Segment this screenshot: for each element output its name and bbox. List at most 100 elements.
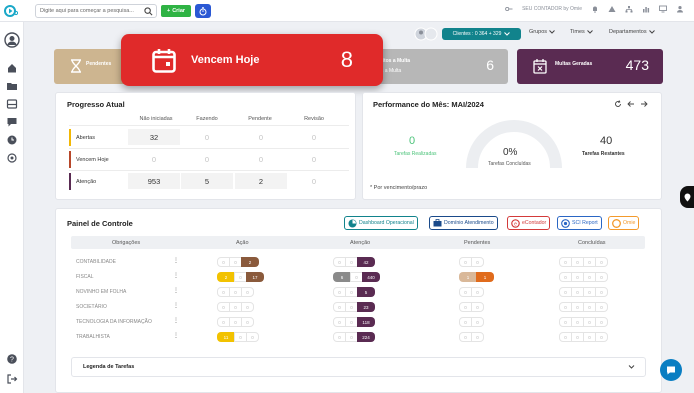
groups-filter[interactable]: Grupos: [529, 29, 555, 35]
cell-value[interactable]: 0: [595, 302, 608, 312]
attention-group[interactable]: 6 0 440: [333, 272, 380, 282]
cell-value[interactable]: 2: [217, 272, 235, 282]
cell-value[interactable]: 42: [357, 257, 375, 267]
departments-filter[interactable]: Departamentos: [609, 29, 655, 35]
help-icon[interactable]: ?: [6, 353, 18, 365]
user-avatars[interactable]: [413, 27, 439, 41]
cell-value[interactable]: 0: [595, 272, 608, 282]
monitor-icon[interactable]: [659, 5, 667, 13]
fines-card[interactable]: Multas Geradas 473: [517, 49, 663, 84]
app-logo-icon[interactable]: [4, 5, 18, 17]
more-options-icon[interactable]: ⋮: [173, 332, 179, 339]
cell-value[interactable]: 0: [595, 332, 608, 342]
chat-icon[interactable]: [6, 116, 18, 128]
search-box[interactable]: [35, 4, 157, 18]
attention-group[interactable]: 0 0 5: [333, 287, 375, 297]
obligation-name[interactable]: SOCIETÁRIO: [76, 304, 107, 310]
due-today-card[interactable]: Vencem Hoje 8: [121, 34, 383, 86]
pending-group[interactable]: 0 0: [459, 332, 484, 342]
folder-icon[interactable]: [6, 80, 18, 92]
cell-value[interactable]: 0: [241, 287, 254, 297]
done-group[interactable]: 0 0 0 0: [559, 332, 608, 342]
cell-value[interactable]: 0: [471, 257, 484, 267]
search-icon[interactable]: [144, 7, 153, 16]
obligation-name[interactable]: TRABALHISTA: [76, 334, 110, 340]
arrow-right-icon[interactable]: [640, 100, 648, 108]
cell-value[interactable]: 5: [357, 287, 375, 297]
pending-group[interactable]: 0 0: [459, 287, 484, 297]
attention-group[interactable]: 0 0 23: [333, 302, 375, 312]
cell-value[interactable]: 224: [357, 332, 375, 342]
attention-group[interactable]: 0 0 42: [333, 257, 375, 267]
inbox-icon[interactable]: [6, 98, 18, 110]
obligation-name[interactable]: TECNOLOGIA DA INFORMAÇÃO: [76, 319, 152, 325]
cell-value[interactable]: 1: [476, 272, 494, 282]
side-panel-toggle[interactable]: [680, 186, 694, 208]
action-group[interactable]: 2 0 17: [217, 272, 264, 282]
more-options-icon[interactable]: ⋮: [173, 287, 179, 294]
cell-value[interactable]: 0: [595, 257, 608, 267]
puzzle-icon[interactable]: [6, 152, 18, 164]
progress-cell[interactable]: 5: [181, 173, 233, 189]
org-chart-icon[interactable]: [625, 5, 633, 13]
cell-value[interactable]: 11: [217, 332, 235, 342]
cell-value[interactable]: 0: [471, 302, 484, 312]
home-icon[interactable]: [6, 62, 18, 74]
tenant-name[interactable]: SEU CONTADOR by Omie: [522, 6, 582, 12]
progress-cell[interactable]: 2: [235, 173, 287, 189]
cell-value[interactable]: 1: [459, 272, 477, 282]
timer-button[interactable]: [195, 4, 211, 18]
dashboard-operacional-button[interactable]: Dashboard Operacional: [344, 216, 418, 230]
more-options-icon[interactable]: ⋮: [173, 317, 179, 324]
obligation-name[interactable]: CONTABILIDADE: [76, 259, 116, 265]
task-legend-accordion[interactable]: Legenda de Tarefas: [71, 357, 646, 377]
warning-icon[interactable]: [608, 5, 616, 13]
more-options-icon[interactable]: ⋮: [173, 257, 179, 264]
search-input[interactable]: [36, 5, 136, 17]
pending-group[interactable]: 0 0: [459, 317, 484, 327]
cell-value[interactable]: 0: [246, 332, 259, 342]
more-options-icon[interactable]: ⋮: [173, 302, 179, 309]
progress-cell[interactable]: 0: [288, 173, 340, 189]
more-options-icon[interactable]: ⋮: [173, 272, 179, 279]
progress-cell[interactable]: 953: [128, 173, 180, 189]
action-group[interactable]: 0 0 0: [217, 302, 254, 312]
cell-value[interactable]: 0: [471, 287, 484, 297]
cell-value[interactable]: 2: [241, 257, 259, 267]
action-group[interactable]: 0 0 0: [217, 287, 254, 297]
progress-cell[interactable]: 0: [288, 151, 340, 167]
progress-cell[interactable]: 0: [181, 151, 233, 167]
done-group[interactable]: 0 0 0 0: [559, 302, 608, 312]
key-icon[interactable]: [505, 5, 513, 13]
pending-group[interactable]: 0 0: [459, 302, 484, 312]
sci-report-button[interactable]: SCI Report: [557, 216, 602, 230]
arrow-left-icon[interactable]: [627, 100, 635, 108]
progress-cell[interactable]: 0: [235, 129, 287, 145]
progress-cell[interactable]: 0: [128, 151, 180, 167]
cell-value[interactable]: 0: [595, 317, 608, 327]
cell-value[interactable]: 0: [595, 287, 608, 297]
cell-value[interactable]: 0: [241, 317, 254, 327]
refresh-icon[interactable]: [614, 100, 622, 108]
obligation-name[interactable]: NOVINHO EM FOLHA: [76, 289, 126, 295]
action-group[interactable]: 11 0 0: [217, 332, 259, 342]
cell-value[interactable]: 118: [357, 317, 375, 327]
create-button[interactable]: + Criar: [161, 5, 191, 17]
omie-button[interactable]: Omie: [608, 216, 640, 230]
progress-cell[interactable]: 0: [288, 129, 340, 145]
cell-value[interactable]: 440: [362, 272, 380, 282]
logout-icon[interactable]: [6, 373, 18, 385]
dominio-atendimento-button[interactable]: Domínio Atendimento: [429, 216, 498, 230]
cell-value[interactable]: 23: [357, 302, 375, 312]
obligation-name[interactable]: FISCAL: [76, 274, 94, 280]
progress-cell[interactable]: 0: [181, 129, 233, 145]
action-group[interactable]: 0 0 0: [217, 317, 254, 327]
cell-value[interactable]: 17: [246, 272, 264, 282]
done-group[interactable]: 0 0 0 0: [559, 257, 608, 267]
bar-chart-icon[interactable]: [642, 5, 650, 13]
pending-group[interactable]: 0 0: [459, 257, 484, 267]
econtador-button[interactable]: e eContador: [507, 216, 551, 230]
done-group[interactable]: 0 0 0 0: [559, 317, 608, 327]
progress-cell[interactable]: 0: [235, 151, 287, 167]
cell-value[interactable]: 6: [333, 272, 351, 282]
